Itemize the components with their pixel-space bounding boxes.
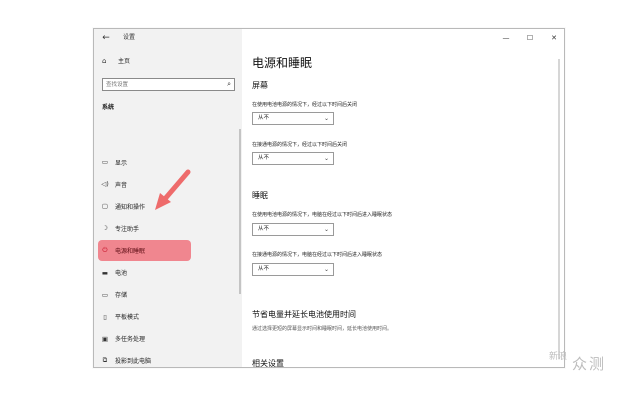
close-button[interactable]: ✕ [542, 29, 564, 47]
sidebar-item-label: 电源和睡眠 [115, 247, 146, 255]
main-content: — ☐ ✕ 电源和睡眠 屏幕 在使用电池电源的情况下，经过以下时间后关闭 从不 … [242, 29, 564, 368]
sidebar: ← 设置 ⌂ 主页 ⌕ 系统 ▭ 显示 ◁) 声音 ▢ 通知和操作 ☽ 专注助手 ⏻ 电源和睡眠 ▬… [94, 29, 242, 367]
screen-battery-label: 在使用电池电源的情况下，经过以下时间后关闭 [252, 102, 358, 108]
sidebar-item-label: 声音 [115, 181, 128, 189]
window-controls: — ☐ ✕ [494, 29, 564, 47]
sidebar-item-label: 平板模式 [115, 314, 140, 322]
search-input[interactable] [106, 79, 216, 90]
speaker-icon: ◁) [101, 180, 109, 189]
sidebar-item-8[interactable]: ▣ 多任务处理 [100, 330, 236, 348]
dropdown-value: 从不 [258, 226, 270, 232]
sidebar-scrollbar[interactable] [239, 129, 241, 294]
chevron-down-icon: ⌄ [323, 266, 329, 273]
monitor-icon: ▭ [101, 158, 109, 166]
home-icon: ⌂ [102, 56, 107, 65]
project-icon: ⧉ [102, 356, 108, 365]
moon-icon: ☽ [102, 224, 108, 233]
section-label: 系统 [102, 104, 115, 111]
title-bar: ← 设置 [94, 29, 242, 47]
sidebar-item-home[interactable]: ⌂ 主页 [102, 56, 131, 66]
sidebar-item-label: 投影到此电脑 [115, 358, 152, 366]
settings-window: ← 设置 ⌂ 主页 ⌕ 系统 ▭ 显示 ◁) 声音 ▢ 通知和操作 ☽ 专注助手 ⏻ 电源和睡眠 ▬… [93, 28, 565, 368]
sidebar-item-1[interactable]: ◁) 声音 [100, 175, 236, 193]
sidebar-item-9[interactable]: ⧉ 投影到此电脑 [100, 352, 236, 367]
screen-battery-dropdown[interactable]: 从不 ⌄ [252, 112, 334, 125]
home-label: 主页 [118, 58, 131, 65]
sidebar-item-5[interactable]: ▬ 电池 [100, 264, 236, 282]
sidebar-item-label: 显示 [115, 159, 128, 167]
search-icon[interactable]: ⌕ [227, 79, 231, 90]
maximize-button[interactable]: ☐ [518, 29, 542, 47]
app-title: 设置 [123, 34, 136, 41]
tablet-icon: ▯ [103, 312, 107, 321]
screen-plugged-label: 在接通电源的情况下，经过以下时间后关闭 [252, 142, 348, 148]
sidebar-item-label: 电池 [115, 270, 128, 277]
screen-heading: 屏幕 [252, 81, 268, 90]
minimize-button[interactable]: — [494, 29, 518, 47]
dropdown-value: 从不 [258, 155, 270, 161]
save-power-desc: 通过选择更短的屏幕显示时间和睡眠时间，延长电池使用时间。 [252, 326, 393, 332]
search-box[interactable]: ⌕ [102, 78, 235, 91]
sidebar-item-2[interactable]: ▢ 通知和操作 [100, 197, 236, 215]
sleep-plugged-dropdown[interactable]: 从不 ⌄ [252, 263, 334, 276]
related-settings-heading: 相关设置 [252, 359, 284, 368]
save-power-heading: 节省电量并延长电池使用时间 [252, 310, 356, 319]
chevron-down-icon: ⌄ [323, 115, 329, 122]
sidebar-item-7[interactable]: ▯ 平板模式 [100, 308, 236, 326]
sidebar-item-6[interactable]: ▭ 存储 [100, 286, 236, 304]
sidebar-item-label: 存储 [115, 292, 128, 300]
storage-icon: ▭ [101, 290, 109, 299]
watermark-text: 众测 [572, 354, 607, 373]
sleep-plugged-label: 在接通电源的情况下，电脑在经过以下时间后进入睡眠状态 [252, 252, 383, 258]
sleep-heading: 睡眠 [252, 191, 268, 200]
sleep-battery-dropdown[interactable]: 从不 ⌄ [252, 223, 334, 236]
sidebar-item-0[interactable]: ▭ 显示 [100, 153, 236, 171]
sleep-battery-label: 在使用电池电源的情况下，电脑在经过以下时间后进入睡眠状态 [252, 212, 393, 218]
screen-plugged-dropdown[interactable]: 从不 ⌄ [252, 152, 334, 165]
sidebar-item-label: 专注助手 [115, 225, 140, 233]
back-arrow-icon[interactable]: ← [100, 32, 112, 44]
power-icon: ⏻ [102, 245, 108, 254]
battery-icon: ▬ [101, 268, 109, 277]
watermark: 新浪 众测 [548, 352, 606, 374]
page-title: 电源和睡眠 [252, 56, 313, 70]
main-scrollbar[interactable] [558, 59, 560, 359]
notification-icon: ▢ [101, 202, 109, 211]
multitask-icon: ▣ [101, 334, 109, 343]
chevron-down-icon: ⌄ [323, 226, 329, 233]
chevron-down-icon: ⌄ [323, 155, 329, 162]
dropdown-value: 从不 [258, 115, 270, 121]
sidebar-item-4[interactable]: ⏻ 电源和睡眠 [98, 239, 191, 261]
sidebar-item-label: 多任务处理 [115, 336, 146, 344]
sidebar-item-3[interactable]: ☽ 专注助手 [100, 219, 236, 237]
sidebar-item-label: 通知和操作 [115, 203, 146, 211]
dropdown-value: 从不 [258, 266, 270, 272]
watermark-logo: 新浪 [548, 352, 567, 362]
